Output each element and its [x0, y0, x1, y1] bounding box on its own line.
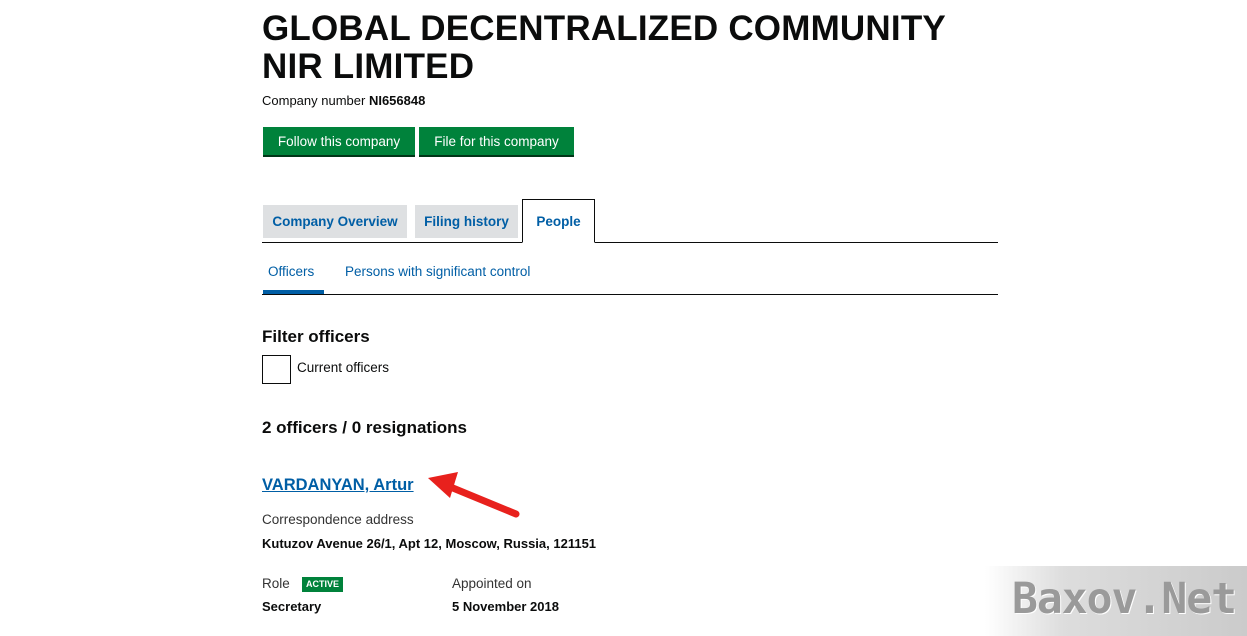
page-title: GLOBAL DECENTRALIZED COMMUNITY NIR LIMIT…: [262, 10, 1022, 86]
page-title-line-2: NIR LIMITED: [262, 47, 475, 86]
current-officers-checkbox[interactable]: [262, 355, 291, 384]
filter-officers-heading: Filter officers: [262, 327, 370, 346]
subtabs-divider: [262, 294, 998, 295]
role-label: Role: [262, 576, 290, 591]
company-people-page: GLOBAL DECENTRALIZED COMMUNITY NIR LIMIT…: [0, 0, 1247, 636]
company-number-label: Company number: [262, 93, 366, 108]
appointed-on-value: 5 November 2018: [452, 599, 559, 614]
subtab-officers[interactable]: Officers: [268, 264, 314, 279]
page-title-line-1: GLOBAL DECENTRALIZED COMMUNITY: [262, 9, 946, 48]
tab-people[interactable]: People: [522, 199, 595, 243]
tab-filing-history[interactable]: Filing history: [415, 205, 518, 238]
watermark-text: Baxov.Net: [1012, 574, 1237, 624]
role-value: Secretary: [262, 599, 322, 614]
arrow-shaft: [444, 482, 520, 518]
red-arrow-annotation: [428, 472, 520, 518]
tab-company-overview[interactable]: Company Overview: [263, 205, 407, 238]
company-number-value: NI656848: [368, 93, 426, 108]
current-officers-label[interactable]: Current officers: [297, 360, 389, 375]
appointed-on-label: Appointed on: [452, 576, 532, 591]
company-number: Company number NI656848: [262, 93, 425, 108]
status-badge: ACTIVE: [302, 577, 344, 592]
arrow-head: [428, 472, 458, 498]
file-for-company-button[interactable]: File for this company: [419, 127, 574, 157]
correspondence-address-label: Correspondence address: [262, 512, 414, 527]
correspondence-address-value: Kutuzov Avenue 26/1, Apt 12, Moscow, Rus…: [262, 536, 597, 551]
tabs-divider: [262, 242, 998, 243]
follow-company-button[interactable]: Follow this company: [263, 127, 415, 157]
subtab-persons-significant-control[interactable]: Persons with significant control: [345, 264, 530, 279]
officers-summary: 2 officers / 0 resignations: [262, 418, 468, 437]
officer-name-link[interactable]: VARDANYAN, Artur: [262, 476, 414, 495]
